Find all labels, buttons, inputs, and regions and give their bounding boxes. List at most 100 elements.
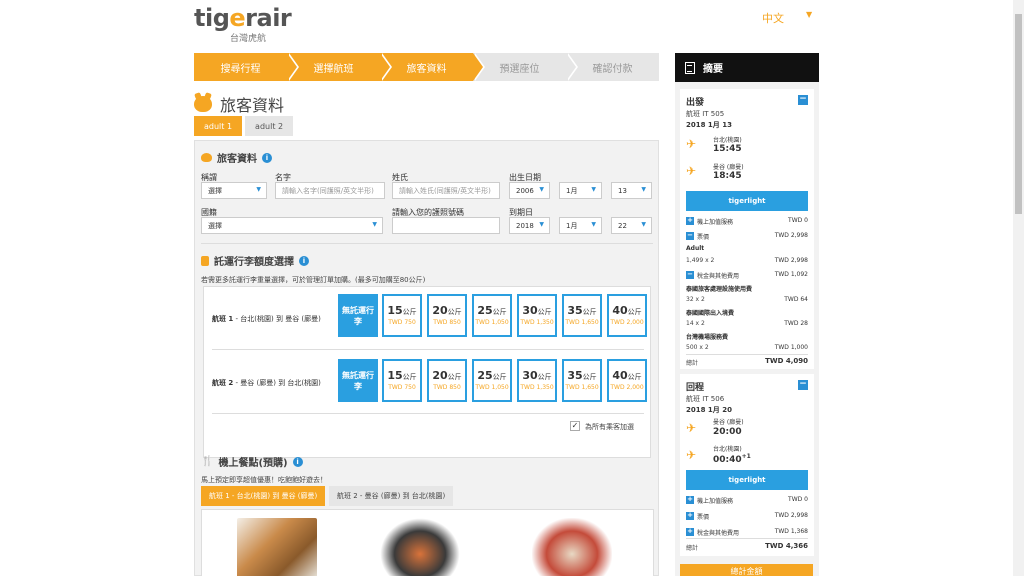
- next-day-marker: +1: [741, 453, 751, 460]
- step-search[interactable]: 搜尋行程: [194, 53, 299, 81]
- page-title-text: 旅客資料: [220, 96, 285, 115]
- summary-header: 摘要: [675, 53, 819, 82]
- baggage-weight: 35公斤: [567, 304, 597, 317]
- baggage-price: TWD 1,350: [520, 319, 554, 326]
- collapse-icon[interactable]: −: [686, 271, 694, 279]
- select-value: 選擇: [208, 186, 222, 195]
- baggage-price: TWD 750: [388, 319, 416, 326]
- chevron-down-icon: ▼: [539, 221, 544, 228]
- passenger-details-heading: 旅客資料 i: [201, 150, 272, 165]
- meal-image-pork-chop[interactable]: [237, 518, 317, 576]
- page-scrollbar[interactable]: [1013, 0, 1024, 576]
- baggage-option-40kg[interactable]: 40公斤 TWD 2,000: [607, 294, 647, 337]
- info-icon[interactable]: i: [292, 456, 303, 467]
- baggage-price: TWD 1,650: [565, 384, 599, 391]
- expand-icon[interactable]: +: [686, 217, 694, 225]
- brand-accent-letter: e: [229, 4, 246, 32]
- baggage-option-20kg[interactable]: 20公斤 TWD 850: [427, 359, 467, 402]
- collapse-icon[interactable]: −: [798, 380, 808, 390]
- dob-day-select[interactable]: 13 ▼: [611, 182, 652, 199]
- baggage-option-20kg[interactable]: 20公斤 TWD 850: [427, 294, 467, 337]
- tiger-face-icon: [194, 96, 212, 112]
- salutation-select[interactable]: 選擇 ▼: [201, 182, 267, 199]
- chevron-down-icon: ▼: [641, 221, 646, 228]
- dob-month-select[interactable]: 1月 ▼: [559, 182, 602, 199]
- last-name-input[interactable]: 請輸入姓氏(同護照/英文半形): [392, 182, 500, 199]
- step-select-flight[interactable]: 選擇航班: [287, 53, 392, 81]
- weight-unit: 公斤: [537, 308, 552, 316]
- page-title: 旅客資料: [194, 92, 284, 116]
- chevron-down-icon: ▼: [256, 186, 261, 193]
- info-icon[interactable]: i: [299, 255, 309, 266]
- collapse-icon[interactable]: −: [686, 232, 694, 240]
- baggage-option-15kg[interactable]: 15公斤 TWD 750: [382, 294, 422, 337]
- meal-tab-flight-1[interactable]: 航班 1 - 台北(桃園) 到 曼谷 (廊曼): [201, 486, 326, 506]
- tax-price: TWD 1,368: [774, 528, 808, 535]
- collapse-icon[interactable]: −: [798, 95, 808, 105]
- apply-all-checkbox[interactable]: ✓: [570, 421, 580, 431]
- meal-tab-flight-2[interactable]: 航班 2 - 曼谷 (廊曼) 到 台北(桃園): [329, 486, 454, 506]
- passport-input[interactable]: [392, 217, 500, 234]
- baggage-option-35kg[interactable]: 35公斤 TWD 1,650: [562, 294, 602, 337]
- meals-note: 馬上預定即享超值優惠！吃飽飽好遊去！: [201, 476, 327, 484]
- info-icon[interactable]: i: [262, 152, 272, 163]
- meal-image-rice-plate[interactable]: [532, 518, 612, 576]
- weight-unit: 公斤: [447, 373, 462, 381]
- luggage-icon: [201, 255, 209, 266]
- flight-number: 航班 2: [212, 379, 234, 387]
- baggage-option-30kg[interactable]: 30公斤 TWD 1,350: [517, 359, 557, 402]
- inbound-total: TWD 4,366: [765, 542, 808, 550]
- expiry-day-select[interactable]: 22 ▼: [611, 217, 652, 234]
- grand-total-bar[interactable]: 總計金額: [680, 564, 813, 576]
- baggage-price: TWD 850: [433, 384, 461, 391]
- pax-calc: 1,499 x 2: [686, 257, 715, 264]
- select-value: 22: [618, 221, 627, 230]
- baggage-option-25kg[interactable]: 25公斤 TWD 1,050: [472, 359, 512, 402]
- baggage-note: 若需更多託運行李重量選擇，可於管理訂單加購。(最多可加購至80公斤): [201, 276, 426, 284]
- first-name-input[interactable]: 請輸入名字(同護照/英文半形): [275, 182, 385, 199]
- language-select[interactable]: 中文: [762, 10, 784, 26]
- step-label: 選擇航班: [313, 63, 354, 75]
- addon-label: 機上加值服務: [697, 498, 734, 505]
- tax2-price: TWD 28: [784, 320, 808, 327]
- baggage-weight: 30公斤: [522, 304, 552, 317]
- expand-icon[interactable]: +: [686, 496, 694, 504]
- expiry-month-select[interactable]: 1月 ▼: [559, 217, 602, 234]
- no-baggage-button[interactable]: 無託運行李: [338, 294, 378, 337]
- baggage-weight: 30公斤: [522, 369, 552, 382]
- baggage-option-25kg[interactable]: 25公斤 TWD 1,050: [472, 294, 512, 337]
- weight-unit: 公斤: [447, 308, 462, 316]
- baggage-option-40kg[interactable]: 40公斤 TWD 2,000: [607, 359, 647, 402]
- baggage-price: TWD 750: [388, 384, 416, 391]
- baggage-option-35kg[interactable]: 35公斤 TWD 1,650: [562, 359, 602, 402]
- select-value: 2018: [516, 221, 534, 230]
- baggage-weight: 25公斤: [477, 369, 507, 382]
- fare-label: 票價: [697, 514, 710, 521]
- scrollbar-thumb[interactable]: [1015, 14, 1022, 214]
- tab-adult-1[interactable]: adult 1: [194, 116, 243, 136]
- meal-options-box: [201, 509, 654, 576]
- inbound-total-label: 總計: [686, 545, 699, 552]
- baggage-option-30kg[interactable]: 30公斤 TWD 1,350: [517, 294, 557, 337]
- nationality-select[interactable]: 選擇 ▼: [201, 217, 383, 234]
- expand-icon[interactable]: +: [686, 512, 694, 520]
- outbound-summary-card: 出發 − 航班 IT 505 2018 1月 13 ✈ 台北(桃園) 15:45…: [680, 89, 814, 369]
- baggage-price: TWD 1,650: [565, 319, 599, 326]
- section-title: 託運行李額度選擇: [214, 257, 294, 268]
- landing-icon: ✈: [686, 164, 697, 178]
- chevron-down-icon: ▼: [591, 221, 596, 228]
- inbound-fare-type: tigerlight: [686, 470, 808, 490]
- inbound-date: 2018 1月 20: [686, 406, 732, 414]
- no-baggage-button[interactable]: 無託運行李: [338, 359, 378, 402]
- section-title: 旅客資料: [217, 154, 257, 165]
- expiry-year-select[interactable]: 2018 ▼: [509, 217, 550, 234]
- weight-unit: 公斤: [537, 373, 552, 381]
- step-label: 預選座位: [499, 63, 540, 75]
- baggage-option-15kg[interactable]: 15公斤 TWD 750: [382, 359, 422, 402]
- meal-image-skillet[interactable]: [380, 518, 460, 576]
- baggage-price: TWD 1,050: [475, 384, 509, 391]
- expand-icon[interactable]: +: [686, 528, 694, 536]
- dob-year-select[interactable]: 2006 ▼: [509, 182, 550, 199]
- tab-adult-2[interactable]: adult 2: [245, 116, 294, 136]
- tigerair-logo[interactable]: tigerair 台灣虎航: [194, 4, 294, 44]
